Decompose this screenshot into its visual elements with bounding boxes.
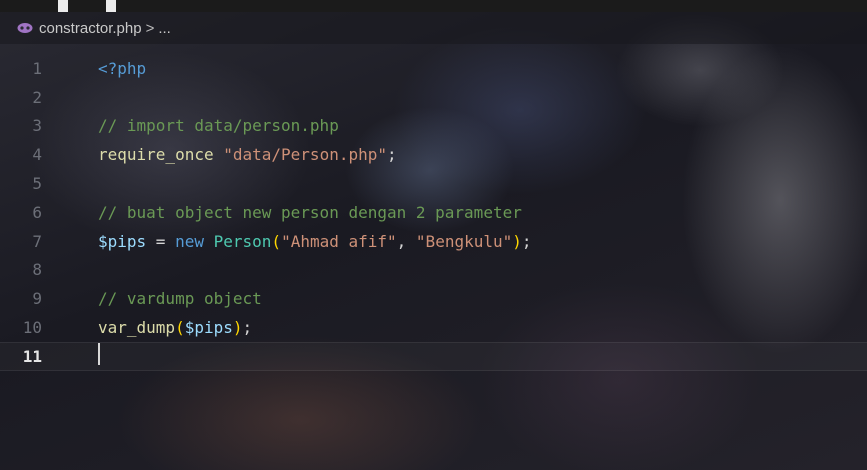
code-token: $pips xyxy=(98,231,147,251)
line-number: 8 xyxy=(32,260,42,280)
code-text[interactable]: // import data/person.php xyxy=(98,116,339,135)
line-number: 7 xyxy=(32,231,42,251)
code-token: // vardump object xyxy=(98,289,262,309)
code-editor[interactable]: 1 <?php 2 3 // import data/person.php 4 requir… xyxy=(0,54,867,371)
code-token: ; xyxy=(242,318,253,338)
code-text[interactable]: require_once "data/Person.php"; xyxy=(98,145,397,164)
code-token: new xyxy=(175,231,204,251)
breadcrumb-symbols[interactable]: ... xyxy=(158,20,171,37)
line-number: 6 xyxy=(32,202,42,222)
code-token: , xyxy=(396,231,416,251)
code-line[interactable]: 9 // vardump object xyxy=(0,284,867,313)
code-line[interactable]: 3 // import data/person.php xyxy=(0,112,867,141)
code-line[interactable]: 7 $pips = new Person("Ahmad afif", "Bengk… xyxy=(0,227,867,256)
code-text[interactable]: // vardump object xyxy=(98,289,262,308)
breadcrumb: constractor.php > ... xyxy=(0,12,867,44)
code-token: = xyxy=(146,231,176,251)
breadcrumb-separator-icon: > xyxy=(145,19,155,37)
code-line[interactable]: 8 xyxy=(0,256,867,285)
line-number: 10 xyxy=(22,318,42,338)
code-token: "Bengkulu" xyxy=(415,231,513,251)
code-token: // import data/person.php xyxy=(98,116,339,136)
breadcrumb-file-name[interactable]: constractor.php xyxy=(39,20,142,37)
code-line[interactable]: 11 xyxy=(0,342,867,371)
code-line[interactable]: 5 xyxy=(0,169,867,198)
php-file-icon xyxy=(17,23,33,33)
text-cursor xyxy=(98,343,100,366)
code-token: ( xyxy=(175,318,185,338)
line-number: 9 xyxy=(32,289,42,309)
code-line[interactable]: 10 var_dump($pips); xyxy=(0,313,867,342)
line-number: 4 xyxy=(32,145,42,165)
code-token: ( xyxy=(271,231,282,251)
code-line[interactable]: 1 <?php xyxy=(0,54,867,83)
code-token: "data/Person.php" xyxy=(223,145,387,165)
code-token: ) xyxy=(232,318,243,338)
window-top-bar xyxy=(0,0,867,12)
code-token: require_once xyxy=(98,145,214,165)
line-number: 11 xyxy=(22,346,42,366)
top-tab-slot[interactable] xyxy=(116,0,867,12)
code-token: var_dump xyxy=(98,318,176,338)
code-text[interactable]: $pips = new Person("Ahmad afif", "Bengku… xyxy=(98,232,532,251)
code-line[interactable]: 4 require_once "data/Person.php"; xyxy=(0,140,867,169)
code-token: ; xyxy=(521,231,532,251)
code-token: "Ahmad afif" xyxy=(281,231,397,251)
code-line[interactable]: 6 // buat object new person dengan 2 para… xyxy=(0,198,867,227)
code-text[interactable]: <?php xyxy=(98,59,146,78)
code-token: Person xyxy=(213,231,272,251)
code-text[interactable] xyxy=(98,343,100,369)
code-token: ) xyxy=(512,231,522,251)
code-text[interactable]: var_dump($pips); xyxy=(98,318,252,337)
code-token: // buat object new person dengan 2 param… xyxy=(98,202,522,222)
code-token: $pips xyxy=(184,318,233,338)
code-token: ; xyxy=(387,145,397,165)
line-number: 3 xyxy=(32,116,42,136)
code-text[interactable]: // buat object new person dengan 2 param… xyxy=(98,203,522,222)
code-token: <?php xyxy=(98,58,147,78)
line-number: 5 xyxy=(32,174,42,194)
line-number: 2 xyxy=(32,87,42,107)
code-line[interactable]: 2 xyxy=(0,83,867,112)
top-tab-slot[interactable] xyxy=(0,0,58,12)
top-tab-slot[interactable] xyxy=(68,0,106,12)
line-number: 1 xyxy=(32,58,42,78)
